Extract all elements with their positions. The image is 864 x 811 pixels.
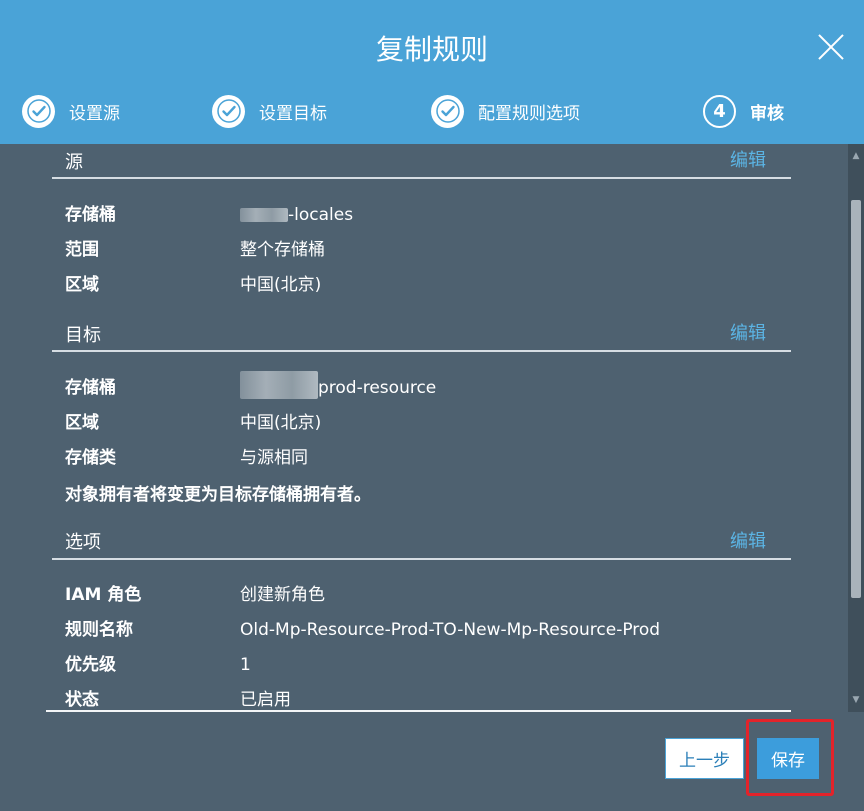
previous-button[interactable]: 上一步 bbox=[665, 738, 744, 779]
divider bbox=[52, 558, 791, 560]
options-status-row: 状态 已启用 bbox=[65, 685, 291, 710]
dialog-title: 复制规则 bbox=[375, 33, 488, 66]
save-button[interactable]: 保存 bbox=[757, 738, 819, 779]
step-review: 4 审核 bbox=[703, 94, 784, 128]
row-value: 1 bbox=[240, 655, 251, 675]
scrollbar[interactable]: ▲ ▼ bbox=[848, 144, 864, 712]
step-set-target[interactable]: 设置目标 bbox=[212, 94, 327, 128]
row-key: 规则名称 bbox=[65, 620, 133, 640]
row-key: 状态 bbox=[65, 690, 99, 710]
edit-source-link[interactable]: 编辑 bbox=[730, 146, 766, 172]
edit-options-link[interactable]: 编辑 bbox=[730, 527, 766, 553]
content-bottom-divider bbox=[46, 710, 791, 712]
scroll-down-arrow-icon[interactable]: ▼ bbox=[848, 692, 864, 708]
step-label: 设置源 bbox=[69, 103, 120, 124]
row-key: 区域 bbox=[65, 413, 99, 433]
row-value: 已启用 bbox=[240, 690, 291, 710]
dialog-header: 复制规则 设置源 设置目标 配置规则选项 4 审核 bbox=[0, 0, 864, 144]
scroll-up-arrow-icon[interactable]: ▲ bbox=[848, 148, 864, 164]
source-bucket-row: 存储桶 -locales bbox=[65, 200, 353, 225]
row-value: 中国(北京) bbox=[240, 275, 322, 295]
scroll-thumb[interactable] bbox=[851, 200, 861, 598]
step-set-source[interactable]: 设置源 bbox=[22, 94, 120, 128]
target-region-row: 区域 中国(北京) bbox=[65, 408, 321, 433]
row-value: 中国(北京) bbox=[240, 413, 322, 433]
row-value: 与源相同 bbox=[240, 448, 308, 468]
step-label: 设置目标 bbox=[259, 103, 327, 124]
row-key: 存储桶 bbox=[65, 205, 116, 225]
check-icon bbox=[431, 94, 464, 128]
row-key: 范围 bbox=[65, 240, 99, 260]
step-configure-options[interactable]: 配置规则选项 bbox=[431, 94, 580, 128]
step-label: 配置规则选项 bbox=[478, 103, 580, 124]
target-storage-class-row: 存储类 与源相同 bbox=[65, 443, 308, 468]
check-icon bbox=[212, 94, 245, 128]
row-key: 存储类 bbox=[65, 448, 116, 468]
redacted-text bbox=[240, 208, 288, 222]
source-region-row: 区域 中国(北京) bbox=[65, 270, 321, 295]
options-rule-name-row: 规则名称 Old-Mp-Resource-Prod-TO-New-Mp-Resou… bbox=[65, 615, 660, 640]
options-heading: 选项 bbox=[65, 532, 101, 553]
row-key: 存储桶 bbox=[65, 378, 116, 398]
row-key: IAM 角色 bbox=[65, 585, 142, 605]
row-value: 创建新角色 bbox=[240, 585, 325, 605]
redacted-text bbox=[240, 371, 318, 399]
step-number: 4 bbox=[703, 94, 736, 128]
row-value: prod-resource bbox=[318, 378, 437, 398]
options-iam-role-row: IAM 角色 创建新角色 bbox=[65, 580, 325, 605]
row-key: 优先级 bbox=[65, 655, 116, 675]
row-value: -locales bbox=[288, 205, 354, 225]
close-icon[interactable] bbox=[814, 30, 848, 64]
divider bbox=[52, 177, 791, 179]
target-bucket-row: 存储桶 prod-resource bbox=[65, 371, 437, 399]
edit-target-link[interactable]: 编辑 bbox=[730, 319, 766, 345]
step-label: 审核 bbox=[750, 103, 784, 124]
row-value: 整个存储桶 bbox=[240, 240, 325, 260]
owner-change-notice: 对象拥有者将变更为目标存储桶拥有者。 bbox=[65, 485, 371, 505]
check-icon bbox=[22, 94, 55, 128]
source-scope-row: 范围 整个存储桶 bbox=[65, 235, 325, 260]
divider bbox=[52, 350, 791, 352]
target-heading: 目标 bbox=[65, 325, 101, 346]
row-value: Old-Mp-Resource-Prod-TO-New-Mp-Resource-… bbox=[240, 620, 661, 640]
options-priority-row: 优先级 1 bbox=[65, 650, 251, 675]
source-heading: 源 bbox=[65, 152, 83, 173]
row-key: 区域 bbox=[65, 275, 99, 295]
